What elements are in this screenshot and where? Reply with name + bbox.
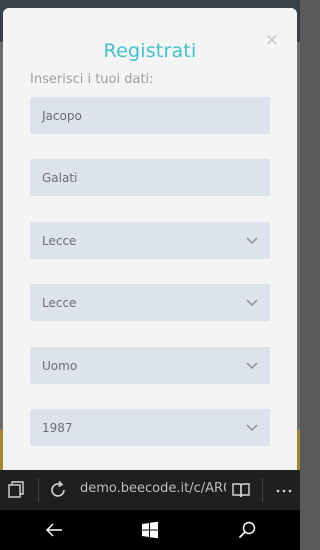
city-select[interactable]: Lecce	[30, 222, 270, 259]
tabs-icon[interactable]	[6, 480, 26, 500]
chevron-down-icon	[246, 362, 258, 369]
last-name-value: Galati	[42, 170, 78, 185]
gender-value: Uomo	[42, 358, 78, 373]
last-name-field[interactable]: Galati	[30, 159, 270, 196]
gender-select[interactable]: Uomo	[30, 347, 270, 384]
close-button[interactable]: ×	[265, 30, 279, 50]
birth-year-value: 1987	[42, 420, 73, 435]
birth-year-select[interactable]: 1987	[30, 409, 270, 446]
back-icon[interactable]	[44, 520, 64, 540]
chevron-down-icon	[246, 237, 258, 244]
windows-icon[interactable]	[140, 520, 160, 540]
url-text[interactable]: demo.beecode.it/c/AR065	[80, 481, 226, 496]
chevron-down-icon	[246, 424, 258, 431]
first-name-field[interactable]: Jacopo	[30, 97, 270, 134]
modal-title: Registrati	[103, 40, 197, 62]
province-select[interactable]: Lecce	[30, 284, 270, 321]
intro-text: Inserisci i tuoi dati:	[30, 72, 154, 87]
reading-view-icon[interactable]	[231, 480, 251, 500]
separator	[262, 478, 263, 502]
more-icon[interactable]	[274, 480, 294, 500]
chevron-down-icon	[246, 299, 258, 306]
system-navigation-bar	[0, 510, 300, 550]
province-value: Lecce	[42, 295, 77, 310]
registration-modal: Registrati × Inserisci i tuoi dati: Jaco…	[3, 8, 297, 478]
separator	[38, 478, 39, 502]
browser-address-bar: demo.beecode.it/c/AR065	[0, 470, 300, 510]
first-name-value: Jacopo	[42, 108, 82, 123]
refresh-icon[interactable]	[48, 480, 68, 500]
search-icon[interactable]	[237, 520, 257, 540]
city-value: Lecce	[42, 233, 77, 248]
